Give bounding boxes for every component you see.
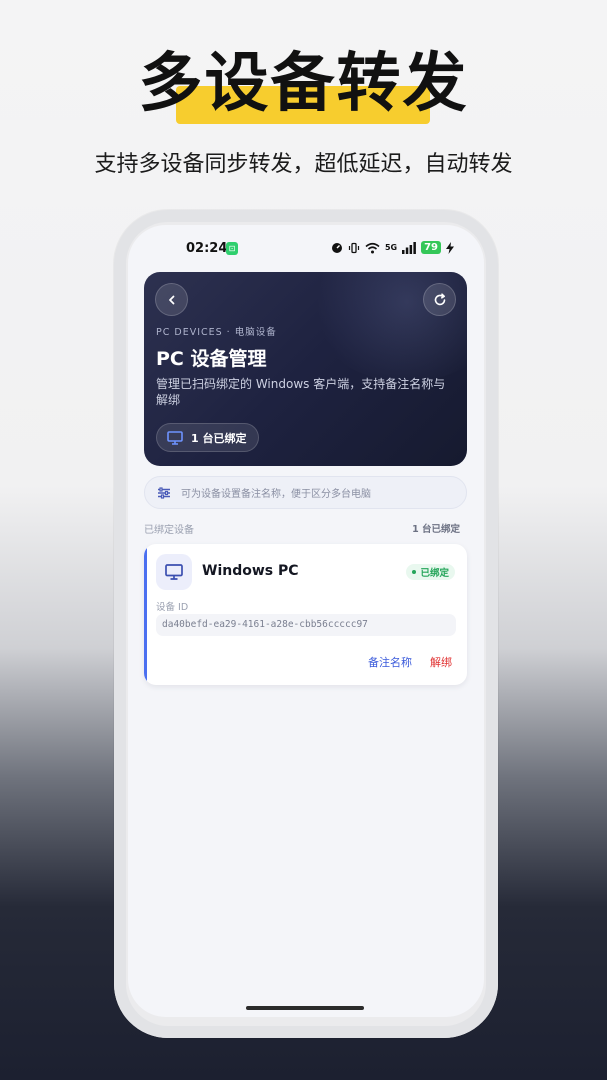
app-notification-icon: ⊡ — [226, 242, 238, 255]
section-label: 已绑定设备 — [144, 525, 194, 536]
chevron-left-icon — [168, 295, 174, 304]
bound-count-label: 1 台已绑定 — [191, 431, 247, 445]
bound-count-pill: 1 台已绑定 — [156, 423, 260, 452]
promo-subtitle: 支持多设备同步转发，超低延迟，自动转发 — [94, 152, 513, 177]
section-header: 已绑定设备 1 台已绑定 — [144, 521, 460, 537]
monitor-icon — [167, 430, 183, 445]
device-card-accent — [144, 544, 147, 685]
tip-text: 可为设备设置备注名称，便于区分多台电脑 — [181, 489, 371, 500]
charging-icon — [446, 241, 454, 254]
page-title: PC 设备管理 — [156, 348, 267, 370]
section-count: 1 台已绑定 — [412, 524, 460, 535]
status-badge-label: 已绑定 — [420, 568, 449, 579]
promo-title: 多设备转发 — [138, 47, 469, 121]
status-bar: 02:24 ⊡ 5G 79 — [128, 239, 484, 259]
device-name: Windows PC — [202, 563, 299, 579]
home-indicator[interactable] — [246, 1006, 364, 1010]
battery-level: 79 — [421, 241, 441, 254]
device-id-value: da40befd-ea29-4161-a28e-cbb56ccccc97 — [156, 614, 456, 636]
device-icon-box — [156, 554, 192, 590]
wifi-icon — [365, 242, 380, 253]
status-time: 02:24 — [186, 241, 228, 256]
monitor-icon — [165, 564, 183, 580]
device-id-label: 设备 ID — [156, 602, 189, 613]
phone-screen: 02:24 ⊡ 5G 79 PC DEVICES · 电脑设备 PC 设备管理 … — [128, 225, 484, 1017]
status-dot — [412, 570, 417, 574]
refresh-icon — [434, 292, 445, 305]
vibrate-icon — [348, 242, 360, 253]
sliders-icon — [158, 486, 170, 499]
status-icons: 5G 79 — [331, 241, 454, 254]
promo-header: 多设备转发 — [0, 40, 607, 128]
tip-bar: 可为设备设置备注名称，便于区分多台电脑 — [144, 476, 467, 509]
hero-card: PC DEVICES · 电脑设备 PC 设备管理 管理已扫码绑定的 Windo… — [144, 272, 467, 466]
signal-icon — [402, 241, 416, 254]
hero-eyebrow: PC DEVICES · 电脑设备 — [156, 327, 277, 338]
speedometer-icon — [331, 242, 342, 253]
back-button[interactable] — [155, 283, 188, 316]
unbind-button[interactable]: 解绑 — [430, 654, 452, 670]
device-card: Windows PC 已绑定 设备 ID da40befd-ea29-4161-… — [144, 544, 467, 685]
rename-button[interactable]: 备注名称 — [368, 654, 412, 670]
status-badge: 已绑定 — [406, 564, 455, 580]
refresh-button[interactable] — [423, 283, 456, 316]
network-type: 5G — [384, 243, 398, 252]
hero-description: 管理已扫码绑定的 Windows 客户端，支持备注名称与解绑 — [156, 377, 446, 407]
